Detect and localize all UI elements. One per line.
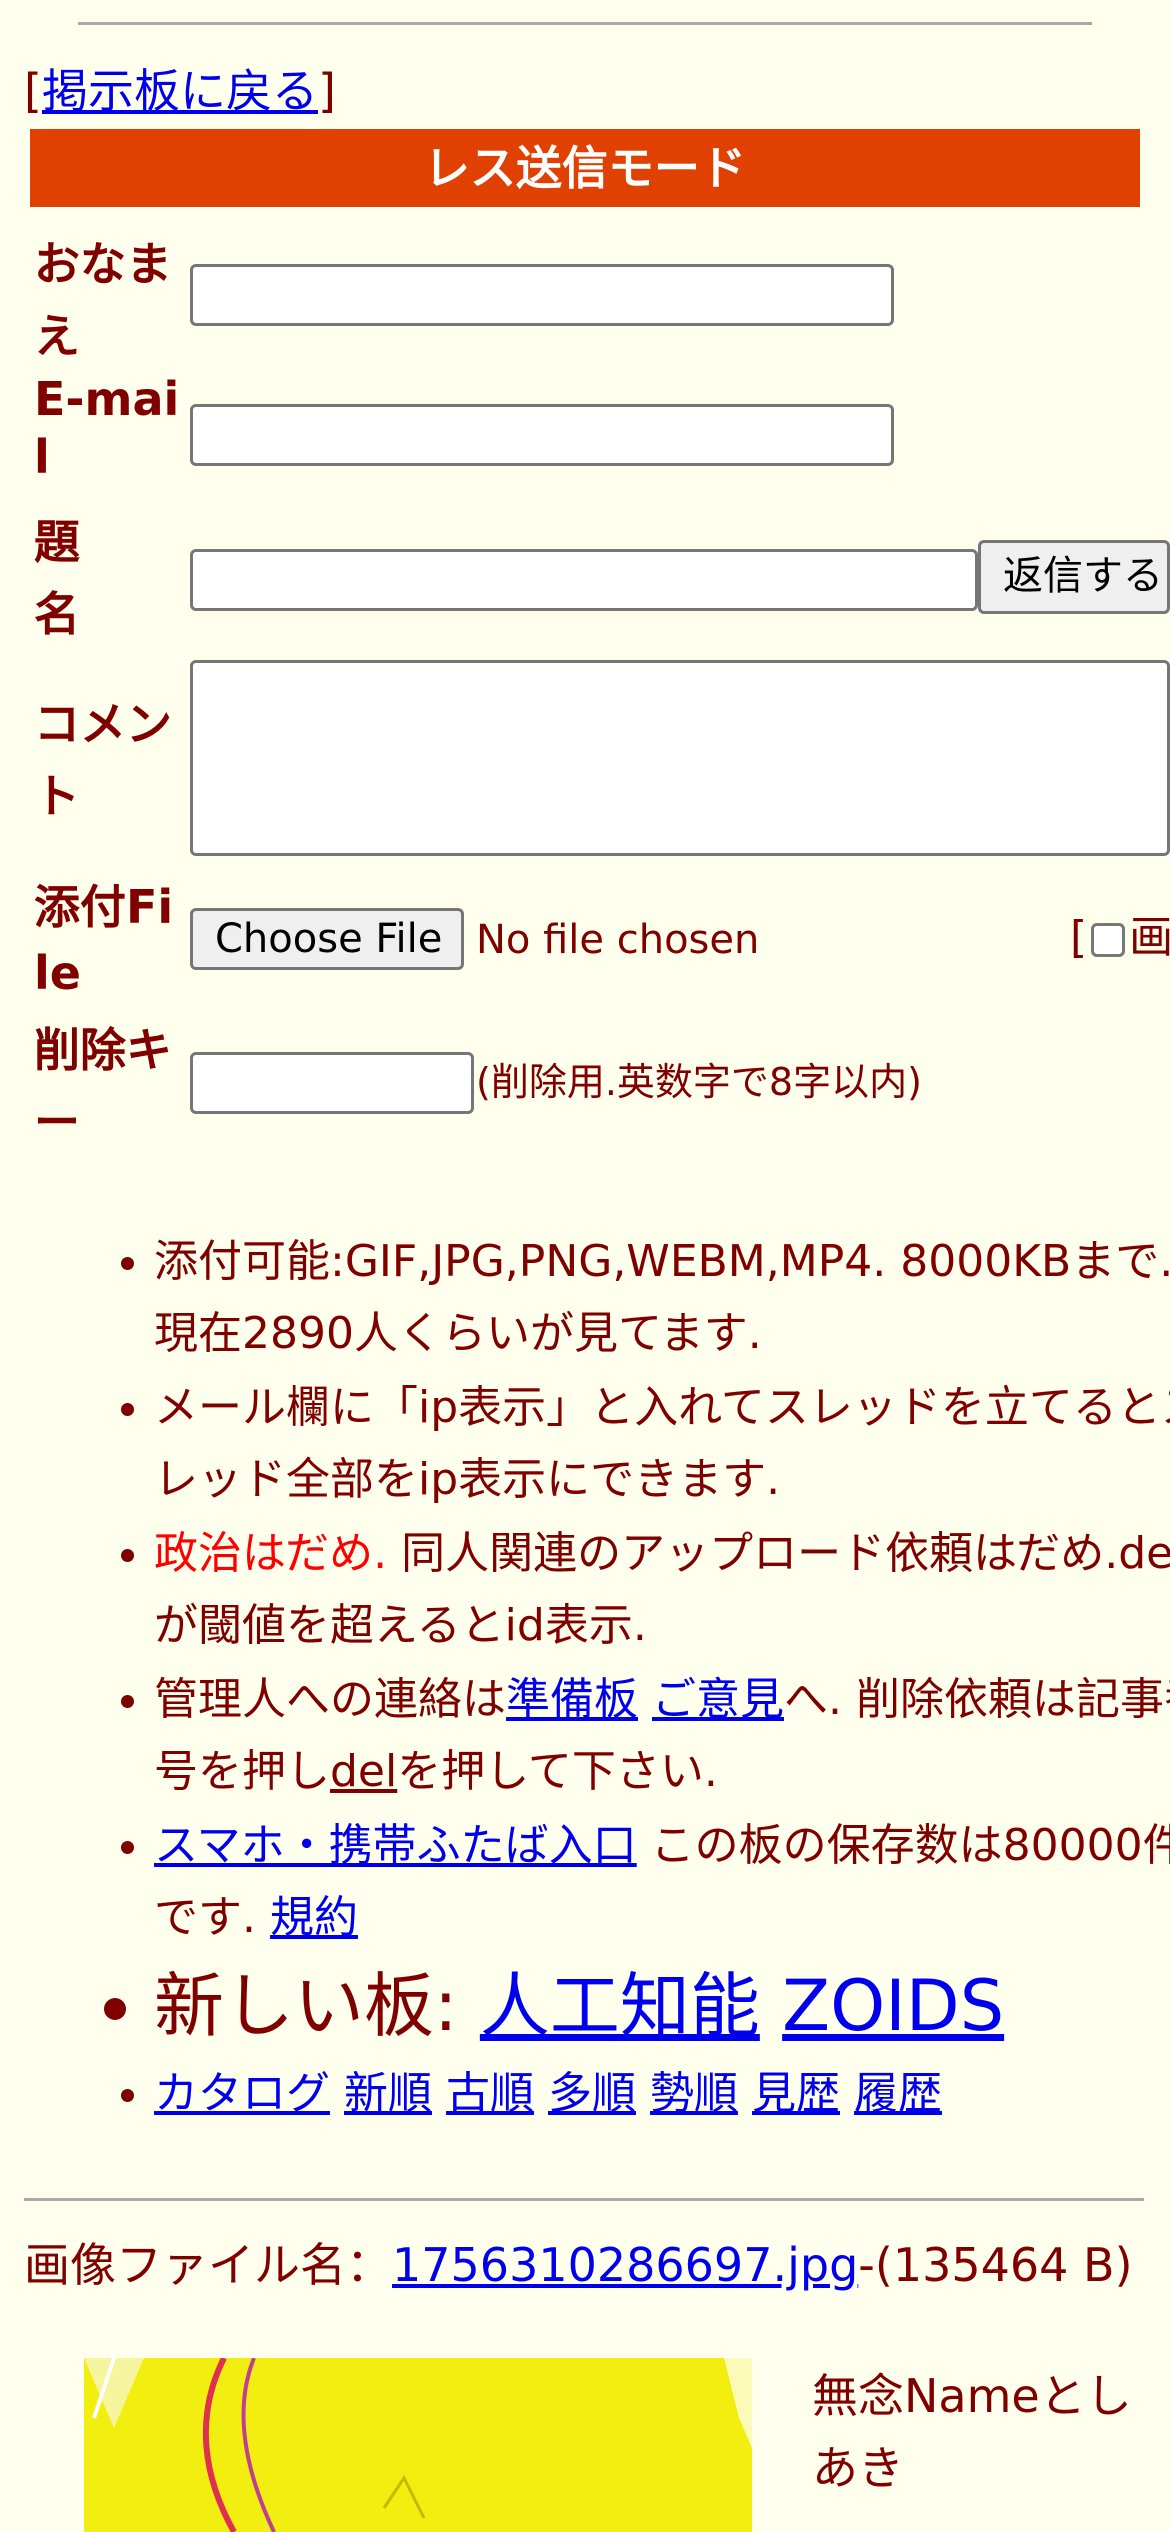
reply-mode-header: レス送信モード [30, 129, 1140, 207]
subject-label: 題名 [34, 515, 80, 641]
name-label: おなまえ [34, 237, 172, 363]
top-divider [78, 22, 1092, 25]
comment-textarea[interactable] [190, 660, 1170, 856]
rule-upload-text: 添付可能:GIF,JPG,PNG,WEBM,MP4. 8000KBまで. 現在2… [154, 1236, 1170, 1359]
file-name-prefix: 画像ファイル名： [24, 2238, 392, 2292]
back-nav: [掲示板に戻る] [24, 60, 336, 122]
back-to-board-link[interactable]: 掲示板に戻る [42, 64, 318, 118]
comment-label: コメント [34, 697, 172, 823]
zoids-board-link[interactable]: ZOIDS [782, 1965, 1004, 2047]
text-only-checkbox[interactable] [1091, 923, 1126, 957]
rule-ip-text: メール欄に「ip表示」と入れてスレッドを立てるとスレッド全部をip表示にできます… [154, 1382, 1170, 1505]
del-link[interactable]: del [330, 1746, 397, 1797]
rule-item-mobile: スマホ・携帯ふたば入口 この板の保存数は80000件です. 規約 [154, 1810, 1170, 1954]
name-input[interactable] [190, 264, 894, 326]
post-name: 無念Nameとしあき [812, 2369, 1132, 2495]
option-bracket: [ [1070, 912, 1088, 963]
subject-input[interactable] [190, 549, 978, 611]
rule-item-new-boards: 新しい板: 人工知能 ZOIDS [154, 1956, 1170, 2056]
new-boards-text: 新しい板: [154, 1965, 480, 2047]
no-file-chosen-text: No file chosen [476, 917, 760, 963]
email-input[interactable] [190, 404, 894, 466]
option-label-partial: 画 [1129, 912, 1170, 963]
prep-board-link[interactable]: 準備板 [506, 1674, 638, 1725]
post-history-link[interactable]: 履歴 [854, 2068, 942, 2119]
rule-item-ip: メール欄に「ip表示」と入れてスレッドを立てるとスレッド全部をip表示にできます… [154, 1372, 1170, 1516]
sort-old-link[interactable]: 古順 [446, 2068, 534, 2119]
ai-board-link[interactable]: 人工知能 [480, 1965, 760, 2047]
image-file-info: 画像ファイル名：1756310286697.jpg-(135464 B) [24, 2236, 1134, 2294]
text-only-option: [画 [1070, 910, 1170, 966]
delete-key-label: 削除キー [34, 1023, 172, 1149]
delete-key-input[interactable] [190, 1052, 474, 1114]
post-thumbnail-image[interactable] [84, 2358, 752, 2532]
catalog-link[interactable]: カタログ [154, 2068, 330, 2119]
rule-item-upload: 添付可能:GIF,JPG,PNG,WEBM,MP4. 8000KBまで. 現在2… [154, 1226, 1170, 1370]
rule-item-contact: 管理人への連絡は準備板 ご意見へ. 削除依頼は記事番号を押しdelを押して下さい… [154, 1664, 1170, 1808]
email-label: E-mail [34, 372, 180, 484]
feedback-link[interactable]: ご意見 [652, 1674, 784, 1725]
rule-contact-text-a: 管理人への連絡は [154, 1674, 506, 1725]
image-file-link[interactable]: 1756310286697.jpg [392, 2238, 858, 2292]
rule-item-politics: 政治はだめ. 同人関連のアップロード依頼はだめ.delが閾値を超えるとid表示. [154, 1518, 1170, 1662]
view-history-link[interactable]: 見歴 [752, 2068, 840, 2119]
back-close-bracket: ] [317, 64, 336, 118]
thumbnail-artwork [84, 2358, 752, 2532]
reply-submit-button[interactable]: 返信する [978, 540, 1170, 614]
delete-key-note: (削除用.英数字で8字以内) [476, 1060, 922, 1104]
section-divider [24, 2198, 1144, 2201]
rule-contact-text-c: を押して下さい. [397, 1746, 718, 1797]
choose-file-button[interactable]: Choose File [190, 908, 464, 970]
file-label: 添付File [34, 880, 174, 1000]
sort-momentum-link[interactable]: 勢順 [650, 2068, 738, 2119]
rule-politics-warning: 政治はだめ. [154, 1528, 388, 1579]
rule-item-nav: カタログ 新順 古順 多順 勢順 見歴 履歴 [154, 2058, 1170, 2130]
sort-many-link[interactable]: 多順 [548, 2068, 636, 2119]
terms-link[interactable]: 規約 [270, 1892, 358, 1943]
back-open-bracket: [ [24, 64, 42, 118]
rules-list: 添付可能:GIF,JPG,PNG,WEBM,MP4. 8000KBまで. 現在2… [90, 1226, 1170, 2132]
file-size-text: -(135464 B) [858, 2238, 1133, 2292]
sort-new-link[interactable]: 新順 [344, 2068, 432, 2119]
mobile-entrance-link[interactable]: スマホ・携帯ふたば入口 [154, 1820, 637, 1871]
